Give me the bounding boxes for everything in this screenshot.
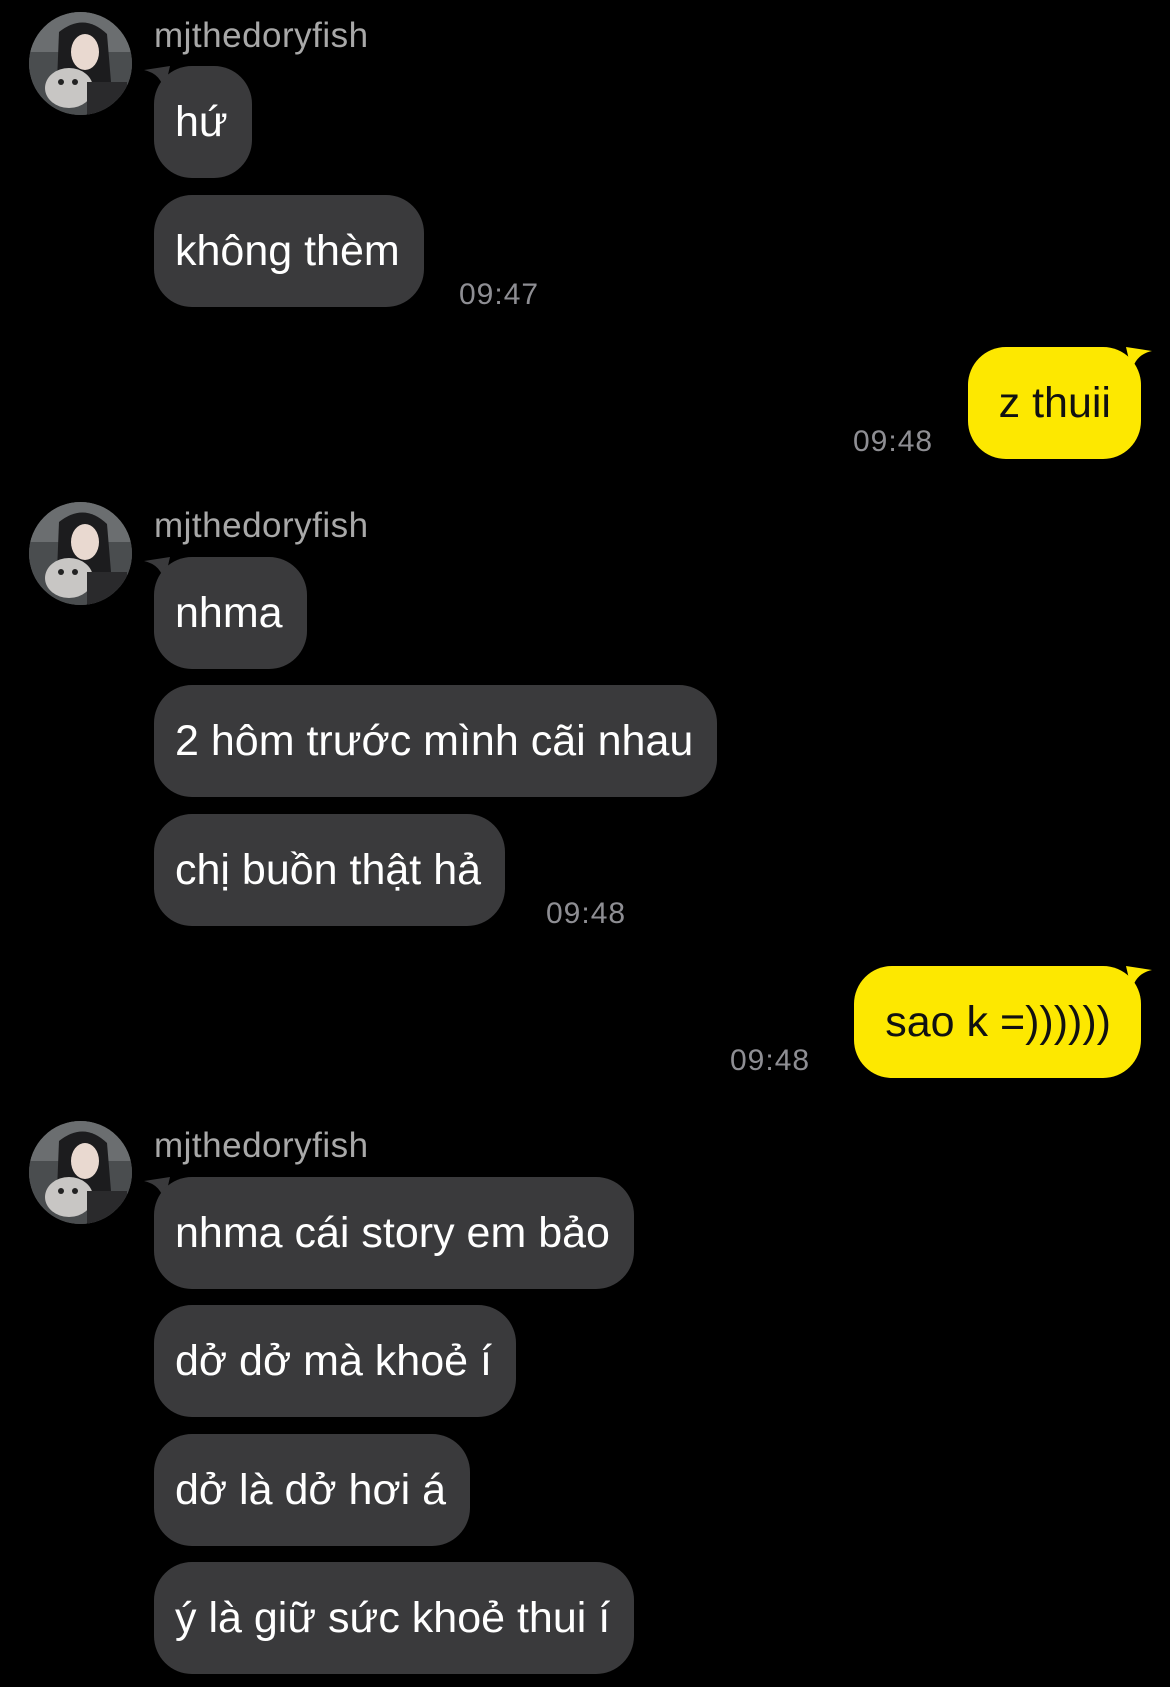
- message-bubble-incoming[interactable]: nhma: [154, 557, 307, 669]
- avatar[interactable]: [29, 502, 132, 605]
- timestamp: 09:48: [853, 425, 934, 458]
- timestamp: 09:48: [730, 1044, 811, 1077]
- sender-name: mjthedoryfish: [154, 1126, 369, 1165]
- message-bubble-incoming[interactable]: không thèm: [154, 195, 424, 307]
- sender-name: mjthedoryfish: [154, 16, 369, 55]
- message-bubble-outgoing[interactable]: sao k =)))))): [854, 966, 1141, 1078]
- timestamp: 09:47: [459, 278, 540, 311]
- message-bubble-outgoing[interactable]: z thuii: [967, 347, 1141, 459]
- message-bubble-incoming[interactable]: hứ: [154, 66, 252, 178]
- message-bubble-incoming[interactable]: 2 hôm trước mình cãi nhau: [154, 685, 718, 797]
- message-bubble-incoming[interactable]: dở dở mà khoẻ í: [154, 1305, 516, 1417]
- sender-name: mjthedoryfish: [154, 506, 369, 545]
- avatar[interactable]: [29, 12, 132, 115]
- message-bubble-incoming[interactable]: ý là giữ sức khoẻ thui í: [154, 1562, 635, 1674]
- message-bubble-incoming[interactable]: nhma cái story em bảo: [154, 1177, 634, 1289]
- avatar[interactable]: [29, 1121, 132, 1224]
- message-bubble-incoming[interactable]: chị buồn thật hả: [154, 814, 506, 926]
- message-bubble-incoming[interactable]: dở là dở hơi á: [154, 1434, 471, 1546]
- timestamp: 09:48: [546, 897, 627, 930]
